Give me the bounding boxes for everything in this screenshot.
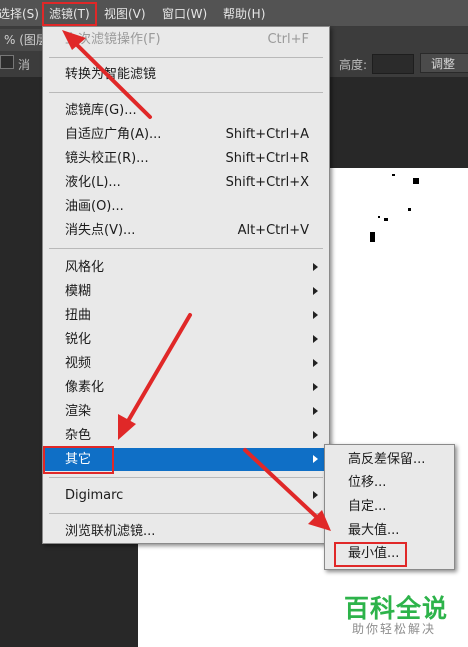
submenu-item-offset[interactable]: 位移... — [326, 471, 453, 494]
option-checkbox[interactable] — [0, 55, 14, 69]
menu-item-other[interactable]: 其它 — [44, 448, 328, 471]
menu-item-sharpen[interactable]: 锐化 — [44, 328, 328, 351]
watermark-subtitle: 助你轻松解决 — [352, 622, 437, 636]
option-label: 消 — [18, 58, 31, 72]
menu-item-video[interactable]: 视频 — [44, 352, 328, 375]
submenu-arrow-icon — [313, 455, 318, 463]
menu-filter[interactable]: 滤镜(T) — [49, 5, 90, 22]
menu-item-last-filter: 上次滤镜操作(F) Ctrl+F — [65, 32, 309, 47]
menu-separator — [49, 248, 323, 249]
image-speck — [413, 178, 419, 184]
height-input[interactable] — [372, 54, 414, 74]
menu-item-adaptive-wide-angle[interactable]: 自适应广角(A)... Shift+Ctrl+A — [44, 123, 328, 146]
menu-select[interactable]: 选择(S) — [0, 5, 39, 22]
menu-item-liquify[interactable]: 液化(L)... Shift+Ctrl+X — [44, 171, 328, 194]
menu-item-distort[interactable]: 扭曲 — [44, 304, 328, 327]
other-submenu: 高反差保留... 位移... 自定... 最大值... 最小值... — [324, 444, 455, 570]
menu-separator — [49, 513, 323, 514]
menu-item-blur[interactable]: 模糊 — [44, 280, 328, 303]
menu-item-noise[interactable]: 杂色 — [44, 424, 328, 447]
menu-item-convert-smart-filter[interactable]: 转换为智能滤镜 — [44, 63, 328, 86]
menu-item-browse-online-filters[interactable]: 浏览联机滤镜... — [44, 520, 328, 543]
adjust-button[interactable]: 调整 — [420, 53, 468, 73]
submenu-arrow-icon — [313, 335, 318, 343]
menu-item-filter-gallery[interactable]: 滤镜库(G)... — [44, 99, 328, 122]
menu-view[interactable]: 视图(V) — [104, 5, 146, 22]
menu-item-digimarc[interactable]: Digimarc — [44, 484, 328, 507]
submenu-item-custom[interactable]: 自定... — [326, 495, 453, 518]
height-label: 高度: — [339, 58, 368, 72]
submenu-arrow-icon — [313, 407, 318, 415]
submenu-arrow-icon — [313, 311, 318, 319]
submenu-arrow-icon — [313, 263, 318, 271]
menu-bar: 选择(S) 滤镜(T) 视图(V) 窗口(W) 帮助(H) — [0, 0, 468, 27]
submenu-arrow-icon — [313, 287, 318, 295]
menu-item-oil-paint[interactable]: 油画(O)... — [44, 195, 328, 218]
submenu-item-minimum[interactable]: 最小值... — [326, 542, 453, 565]
menu-separator — [49, 477, 323, 478]
image-speck — [392, 174, 395, 176]
menu-window[interactable]: 窗口(W) — [162, 5, 207, 22]
menu-separator — [49, 57, 323, 58]
menu-item-lens-correction[interactable]: 镜头校正(R)... Shift+Ctrl+R — [44, 147, 328, 170]
image-speck — [408, 208, 411, 211]
menu-item-pixelate[interactable]: 像素化 — [44, 376, 328, 399]
menu-help[interactable]: 帮助(H) — [223, 5, 265, 22]
submenu-arrow-icon — [313, 431, 318, 439]
menu-item-render[interactable]: 渲染 — [44, 400, 328, 423]
submenu-arrow-icon — [313, 383, 318, 391]
image-speck — [378, 216, 380, 218]
submenu-arrow-icon — [313, 359, 318, 367]
submenu-arrow-icon — [313, 491, 318, 499]
menu-item-stylize[interactable]: 风格化 — [44, 256, 328, 279]
submenu-item-maximum[interactable]: 最大值... — [326, 519, 453, 542]
image-speck — [384, 218, 388, 221]
filter-menu: 上次滤镜操作(F) Ctrl+F 转换为智能滤镜 滤镜库(G)... 自适应广角… — [42, 26, 330, 544]
image-speck — [370, 232, 375, 242]
menu-separator — [49, 92, 323, 93]
menu-item-vanishing-point[interactable]: 消失点(V)... Alt+Ctrl+V — [44, 219, 328, 242]
submenu-item-high-pass[interactable]: 高反差保留... — [326, 448, 453, 471]
